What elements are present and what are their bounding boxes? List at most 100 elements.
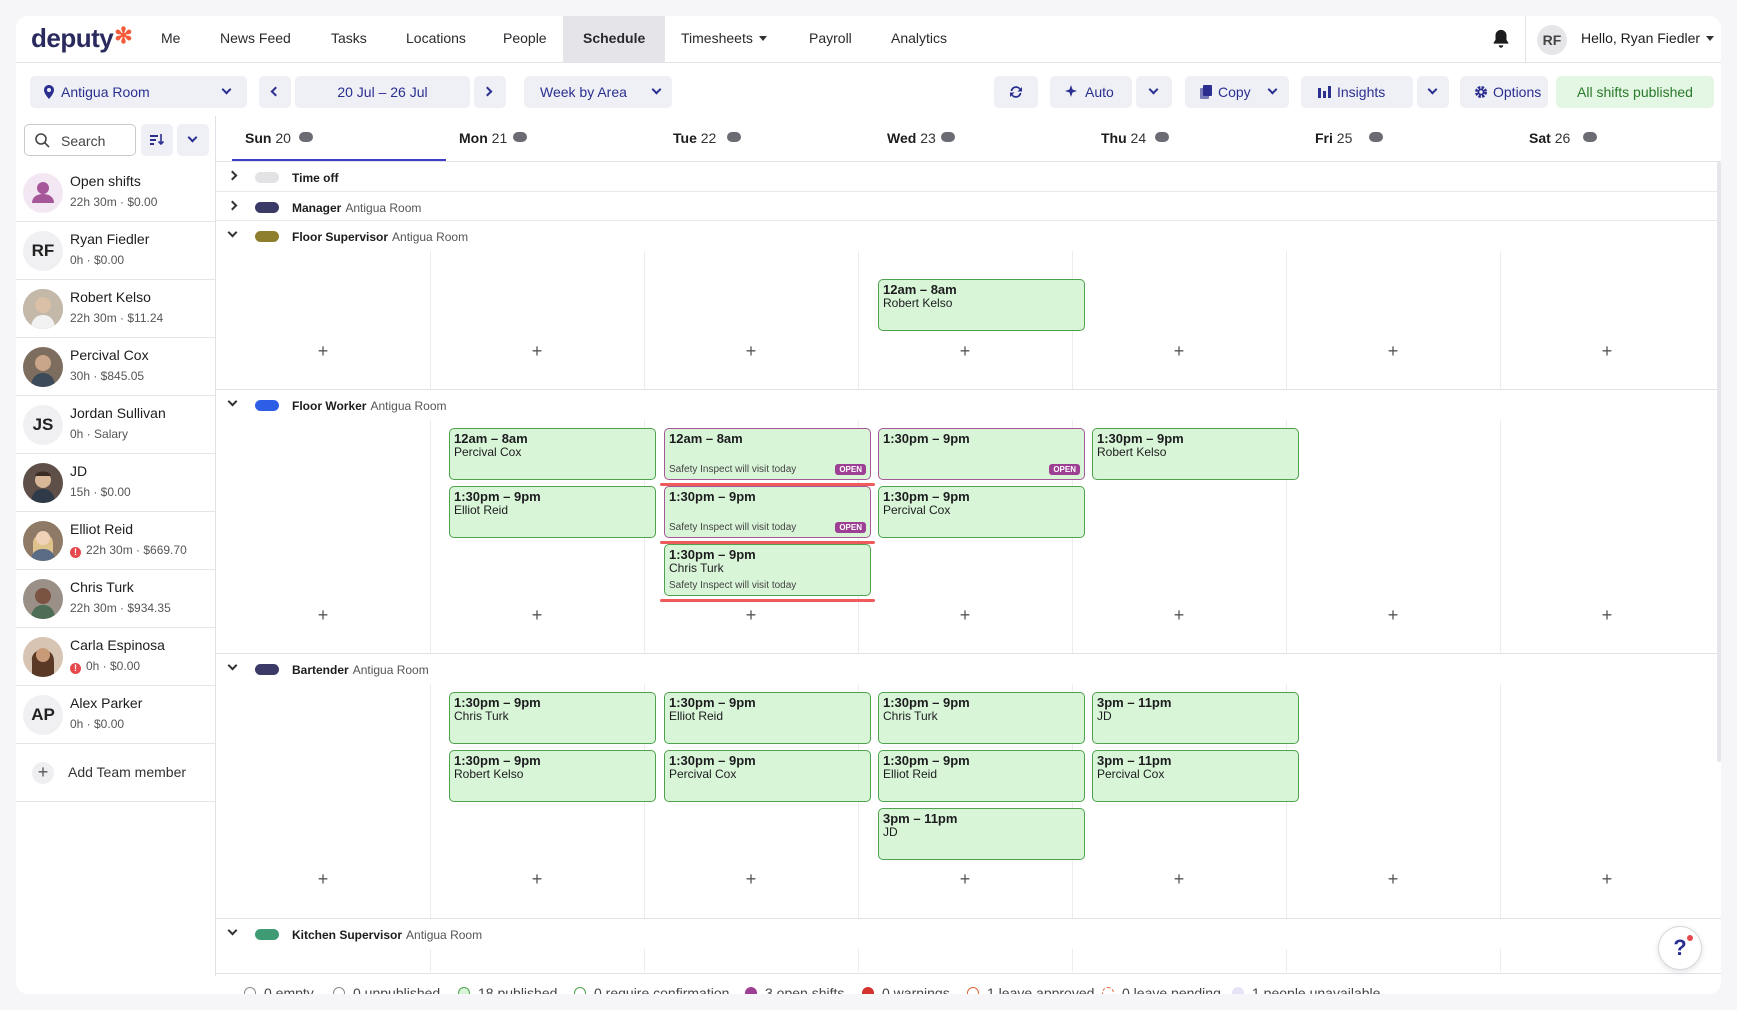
legend-people-unavailable[interactable]: 1 people unavailable [1232, 985, 1380, 994]
add-shift-button[interactable]: + [955, 869, 975, 890]
view-select[interactable]: Week by Area [524, 76, 672, 108]
nav-news-feed[interactable]: News Feed [220, 30, 291, 46]
list-item[interactable]: RF Ryan Fiedler 0h · $0.00 [16, 222, 216, 280]
shift-card[interactable]: 1:30pm – 9pm Chris Turk [449, 692, 656, 744]
add-shift-button[interactable]: + [1383, 341, 1403, 362]
options-button[interactable]: Options [1460, 76, 1548, 108]
area-row-time-off[interactable]: Time off [216, 162, 1721, 192]
list-item[interactable]: Robert Kelso 22h 30m · $11.24 [16, 280, 216, 338]
area-row-kitchen-supervisor[interactable]: Kitchen Supervisor Antigua Room [216, 919, 1721, 949]
add-shift-button[interactable]: + [527, 869, 547, 890]
bell-icon[interactable] [1490, 28, 1512, 50]
add-shift-button[interactable]: + [313, 341, 333, 362]
prev-week-button[interactable] [259, 76, 291, 108]
list-item[interactable]: Chris Turk 22h 30m · $934.35 [16, 570, 216, 628]
help-button[interactable]: ? [1658, 926, 1702, 970]
legend-unpublished[interactable]: 0 unpublished [333, 985, 440, 994]
insights-button[interactable]: Insights [1301, 76, 1413, 108]
day-header-tue[interactable]: Tue 22 [660, 117, 874, 161]
shift-card[interactable]: 1:30pm – 9pm Chris Turk Safety Inspect w… [664, 544, 871, 596]
shift-card[interactable]: 12am – 8am Percival Cox [449, 428, 656, 480]
copy-button[interactable]: Copy [1185, 76, 1289, 108]
nav-payroll[interactable]: Payroll [809, 30, 852, 46]
nav-tasks[interactable]: Tasks [331, 30, 367, 46]
shift-card[interactable]: 3pm – 11pm JD [1092, 692, 1299, 744]
legend-warnings[interactable]: 0 warnings [862, 985, 950, 994]
shift-card[interactable]: 1:30pm – 9pm Robert Kelso [449, 750, 656, 802]
day-header-sun[interactable]: Sun 20 [232, 117, 446, 161]
open-shift-card[interactable]: 12am – 8am Safety Inspect will visit tod… [664, 428, 871, 480]
list-item[interactable]: JD 15h · $0.00 [16, 454, 216, 512]
vertical-scrollbar[interactable] [1717, 162, 1721, 762]
legend-require-confirmation[interactable]: 0 require confirmation [574, 985, 729, 994]
shift-card[interactable]: 1:30pm – 9pm Percival Cox [878, 486, 1085, 538]
user-menu[interactable]: Hello, Ryan Fiedler [1581, 30, 1715, 46]
next-week-button[interactable] [474, 76, 506, 108]
add-shift-button[interactable]: + [1169, 605, 1189, 626]
shift-card[interactable]: 12am – 8am Robert Kelso [878, 279, 1085, 331]
day-header-wed[interactable]: Wed 23 [874, 117, 1088, 161]
add-shift-button[interactable]: + [1383, 605, 1403, 626]
add-shift-button[interactable]: + [741, 605, 761, 626]
shift-card[interactable]: 1:30pm – 9pm Percival Cox [664, 750, 871, 802]
day-header-mon[interactable]: Mon 21 [446, 117, 660, 161]
legend-open-shifts[interactable]: 3 open shifts [745, 985, 844, 994]
add-shift-button[interactable]: + [741, 869, 761, 890]
day-header-sat[interactable]: Sat 26 [1516, 117, 1721, 161]
list-item[interactable]: Carla Espinosa ! 0h · $0.00 [16, 628, 216, 686]
nav-analytics[interactable]: Analytics [891, 30, 947, 46]
day-header-fri[interactable]: Fri 25 [1302, 117, 1516, 161]
list-item[interactable]: Elliot Reid ! 22h 30m · $669.70 [16, 512, 216, 570]
shift-card[interactable]: 1:30pm – 9pm Elliot Reid [878, 750, 1085, 802]
add-shift-button[interactable]: + [955, 341, 975, 362]
nav-timesheets[interactable]: Timesheets [681, 30, 767, 46]
location-select[interactable]: Antigua Room [30, 76, 247, 108]
area-row-floor-worker[interactable]: Floor Worker Antigua Room [216, 390, 1721, 420]
nav-locations[interactable]: Locations [406, 30, 466, 46]
nav-schedule[interactable]: Schedule [563, 16, 666, 63]
nav-people[interactable]: People [503, 30, 547, 46]
sort-button[interactable] [141, 124, 173, 156]
add-shift-button[interactable]: + [955, 605, 975, 626]
avatar[interactable]: RF [1537, 25, 1567, 55]
shift-card[interactable]: 1:30pm – 9pm Robert Kelso [1092, 428, 1299, 480]
legend-empty[interactable]: 0 empty [244, 985, 314, 994]
open-shift-card[interactable]: 1:30pm – 9pm OPEN [878, 428, 1085, 480]
add-shift-button[interactable]: + [741, 341, 761, 362]
area-row-floor-supervisor[interactable]: Floor Supervisor Antigua Room [216, 221, 1721, 251]
search-field[interactable]: Search [24, 124, 136, 156]
list-item[interactable]: AP Alex Parker 0h · $0.00 [16, 686, 216, 744]
add-shift-button[interactable]: + [1597, 869, 1617, 890]
auto-options-button[interactable] [1136, 76, 1172, 108]
add-shift-button[interactable]: + [313, 869, 333, 890]
area-row-manager[interactable]: Manager Antigua Room [216, 192, 1721, 221]
date-range-picker[interactable]: 20 Jul – 26 Jul [295, 76, 470, 108]
sort-options-button[interactable] [177, 124, 209, 156]
add-shift-button[interactable]: + [313, 605, 333, 626]
refresh-button[interactable] [994, 76, 1038, 108]
day-header-thu[interactable]: Thu 24 [1088, 117, 1302, 161]
area-row-bartender[interactable]: Bartender Antigua Room [216, 654, 1721, 684]
add-shift-button[interactable]: + [1597, 605, 1617, 626]
shift-card[interactable]: 3pm – 11pm Percival Cox [1092, 750, 1299, 802]
list-item[interactable]: JS Jordan Sullivan 0h · Salary [16, 396, 216, 454]
add-shift-button[interactable]: + [1169, 869, 1189, 890]
add-shift-button[interactable]: + [527, 341, 547, 362]
auto-schedule-button[interactable]: Auto [1050, 76, 1132, 108]
nav-me[interactable]: Me [161, 30, 180, 46]
publish-status-button[interactable]: All shifts published [1556, 76, 1714, 108]
legend-leave-pending[interactable]: 0 leave pending [1102, 985, 1221, 994]
add-team-member-button[interactable]: + Add Team member [16, 744, 216, 802]
add-shift-button[interactable]: + [1169, 341, 1189, 362]
shift-card[interactable]: 1:30pm – 9pm Chris Turk [878, 692, 1085, 744]
list-item[interactable]: Open shifts 22h 30m · $0.00 [16, 164, 216, 222]
list-item[interactable]: Percival Cox 30h · $845.05 [16, 338, 216, 396]
open-shift-card[interactable]: 1:30pm – 9pm Safety Inspect will visit t… [664, 486, 871, 538]
add-shift-button[interactable]: + [527, 605, 547, 626]
shift-card[interactable]: 3pm – 11pm JD [878, 808, 1085, 860]
add-shift-button[interactable]: + [1597, 341, 1617, 362]
insights-options-button[interactable] [1417, 76, 1449, 108]
legend-leave-approved[interactable]: 1 leave approved [967, 985, 1094, 994]
shift-card[interactable]: 1:30pm – 9pm Elliot Reid [664, 692, 871, 744]
add-shift-button[interactable]: + [1383, 869, 1403, 890]
